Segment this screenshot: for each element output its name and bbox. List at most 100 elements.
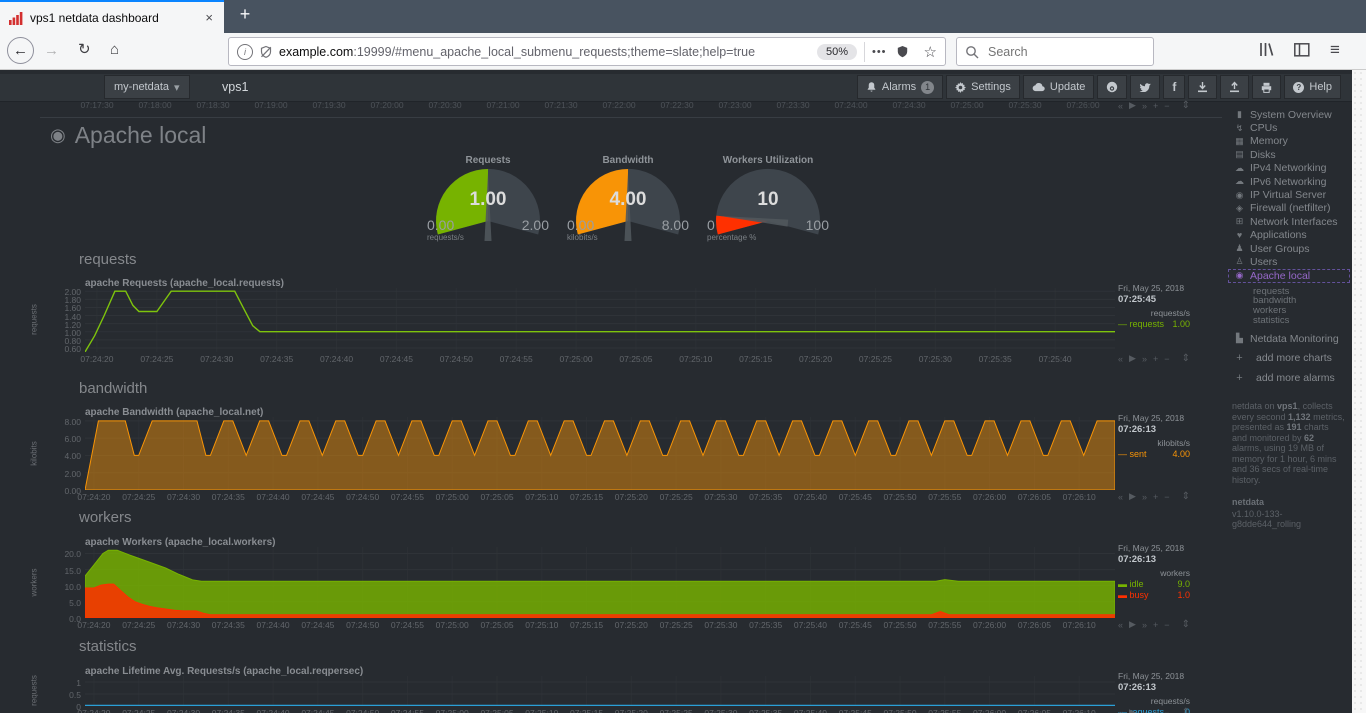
zoom-level-badge[interactable]: 50%	[817, 44, 857, 60]
sidebar-subitem-bandwidth[interactable]: bandwidth	[1253, 295, 1350, 305]
sidebar-item-ipv6-networking[interactable]: ☁IPv6 Networking	[1232, 175, 1350, 188]
chart-icon: ▙	[1232, 333, 1247, 344]
x-tick-label: 07:25:40	[1029, 354, 1081, 364]
tab-close-icon[interactable]: ×	[203, 10, 215, 25]
twitter-button[interactable]	[1130, 75, 1160, 99]
browser-tab[interactable]: vps1 netdata dashboard ×	[0, 0, 224, 33]
cloud-icon: ☁	[1232, 163, 1247, 174]
forward-button[interactable]: →	[44, 43, 59, 58]
sidebar-item-apache-local[interactable]: ◉Apache local	[1228, 269, 1350, 283]
gauge-bandwidth[interactable]: Bandwidth4.000.008.00kilobits/s	[563, 155, 693, 247]
zoom-out-button[interactable]: −	[1164, 101, 1169, 111]
pan-right-button[interactable]: »	[1142, 708, 1147, 713]
chart-canvas-statistics[interactable]	[85, 676, 1115, 706]
home-button[interactable]: ⌂	[110, 42, 119, 57]
zoom-out-button[interactable]: −	[1164, 708, 1169, 713]
page-actions-icon[interactable]: •••	[872, 46, 887, 58]
play-button[interactable]: ▶	[1129, 100, 1136, 111]
sidebar-item-ipv4-networking[interactable]: ☁IPv4 Networking	[1232, 162, 1350, 175]
chart-canvas-requests[interactable]	[85, 288, 1115, 352]
play-button[interactable]: ▶	[1129, 353, 1136, 364]
y-tick-label: 5.0	[47, 598, 81, 608]
library-icon[interactable]	[1258, 42, 1274, 57]
play-button[interactable]: ▶	[1129, 619, 1136, 630]
legend-series-requests[interactable]: — requests1.00	[1118, 319, 1190, 329]
sidebar-item-memory[interactable]: ▦Memory	[1232, 135, 1350, 148]
sidebar-item-netdata-monitoring[interactable]: ▙Netdata Monitoring	[1232, 332, 1350, 345]
legend-series-idle[interactable]: ▬ idle9.0	[1118, 579, 1190, 589]
zoom-in-button[interactable]: +	[1153, 620, 1158, 630]
pan-left-button[interactable]: «	[1118, 708, 1123, 713]
sidebar-subitem-requests[interactable]: requests	[1253, 286, 1350, 296]
chart-canvas-workers[interactable]	[85, 547, 1115, 618]
play-button[interactable]: ▶	[1129, 707, 1136, 713]
zoom-in-button[interactable]: +	[1153, 101, 1158, 111]
help-button[interactable]: ? Help	[1284, 75, 1341, 99]
zoom-out-button[interactable]: −	[1164, 354, 1169, 364]
permissions-shield-icon[interactable]	[259, 45, 273, 59]
sidebar-item-applications[interactable]: ♥Applications	[1232, 229, 1350, 242]
export-button[interactable]	[1220, 75, 1249, 99]
zoom-in-button[interactable]: +	[1153, 354, 1158, 364]
print-button[interactable]	[1252, 75, 1281, 99]
resize-handle-icon[interactable]: ⇕	[1182, 707, 1190, 713]
reload-button[interactable]: ↻	[78, 42, 91, 57]
resize-handle-icon[interactable]: ⇕	[1182, 491, 1190, 502]
resize-handle-icon[interactable]: ⇕	[1182, 100, 1190, 111]
sidebar-subitem-statistics[interactable]: statistics	[1253, 315, 1350, 325]
chart-canvas-bandwidth[interactable]	[85, 417, 1115, 490]
chart-legend-workers: Fri, May 25, 201807:26:13workers▬ idle9.…	[1118, 543, 1190, 600]
hostname-label[interactable]: vps1	[222, 80, 248, 94]
facebook-button[interactable]: f	[1163, 75, 1185, 99]
update-button[interactable]: Update	[1023, 75, 1094, 99]
legend-series-busy[interactable]: ▬ busy1.0	[1118, 590, 1190, 600]
pan-right-button[interactable]: »	[1142, 101, 1147, 111]
netdata-dashboard: my-netdata ▾ vps1 Alarms 1 Settings Upda…	[0, 70, 1366, 713]
zoom-out-button[interactable]: −	[1164, 492, 1169, 502]
search-bar[interactable]	[956, 37, 1154, 66]
zoom-out-button[interactable]: −	[1164, 620, 1169, 630]
facebook-icon: f	[1172, 80, 1176, 94]
play-button[interactable]: ▶	[1129, 491, 1136, 502]
url-bar[interactable]: i example.com :19999/#menu_apache_local_…	[228, 37, 946, 66]
sidebar-action-add-more-charts[interactable]: +add more charts	[1232, 351, 1350, 365]
my-netdata-dropdown[interactable]: my-netdata ▾	[104, 75, 190, 99]
sidebar-item-firewall-netfilter[interactable]: ◈Firewall (netfilter)	[1232, 202, 1350, 215]
pan-left-button[interactable]: «	[1118, 620, 1123, 630]
resize-handle-icon[interactable]: ⇕	[1182, 619, 1190, 630]
sidebar-item-system-overview[interactable]: ▮System Overview	[1232, 108, 1350, 121]
import-button[interactable]	[1188, 75, 1217, 99]
pan-right-button[interactable]: »	[1142, 492, 1147, 502]
legend-series-sent[interactable]: — sent4.00	[1118, 449, 1190, 459]
search-input[interactable]	[986, 44, 1130, 60]
settings-button[interactable]: Settings	[946, 75, 1020, 99]
hamburger-menu-icon[interactable]: ≡	[1330, 43, 1340, 57]
pan-left-button[interactable]: «	[1118, 101, 1123, 111]
sidebar-subitem-workers[interactable]: workers	[1253, 305, 1350, 315]
sidebar-action-add-more-alarms[interactable]: +add more alarms	[1232, 371, 1350, 385]
new-tab-button[interactable]: +	[233, 4, 257, 25]
pan-right-button[interactable]: »	[1142, 354, 1147, 364]
gauge-requests[interactable]: Requests1.000.002.00requests/s	[423, 155, 553, 247]
pan-left-button[interactable]: «	[1118, 354, 1123, 364]
sidebar-item-user-groups[interactable]: ♟User Groups	[1232, 242, 1350, 255]
sidebar-item-ip-virtual-server[interactable]: ◉IP Virtual Server	[1232, 188, 1350, 201]
sidebar-item-network-interfaces[interactable]: ⊞Network Interfaces	[1232, 215, 1350, 228]
alarms-button[interactable]: Alarms 1	[857, 75, 943, 99]
sidebar-item-disks[interactable]: ▤Disks	[1232, 148, 1350, 161]
pan-right-button[interactable]: »	[1142, 620, 1147, 630]
github-button[interactable]	[1097, 75, 1127, 99]
sidebar-item-cpus[interactable]: ↯CPUs	[1232, 121, 1350, 134]
gauge-workers-utilization[interactable]: Workers Utilization100100percentage %	[703, 155, 833, 247]
zoom-in-button[interactable]: +	[1153, 492, 1158, 502]
sidebar-item-users[interactable]: ♙Users	[1232, 255, 1350, 268]
resize-handle-icon[interactable]: ⇕	[1182, 353, 1190, 364]
bookmark-star-icon[interactable]: ☆	[924, 43, 937, 61]
zoom-in-button[interactable]: +	[1153, 708, 1158, 713]
back-button[interactable]: ←	[7, 37, 34, 64]
sidebar-toggle-icon[interactable]	[1294, 43, 1310, 57]
pan-left-button[interactable]: «	[1118, 492, 1123, 502]
tracking-protection-icon[interactable]	[896, 45, 909, 59]
y-tick-label: 0.60	[47, 344, 81, 354]
page-info-icon[interactable]: i	[237, 44, 253, 60]
